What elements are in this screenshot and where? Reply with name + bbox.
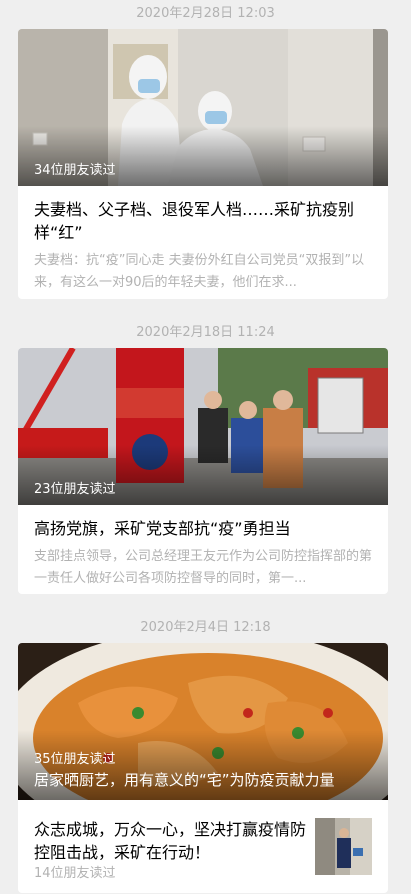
read-count: 23位朋友读过 [34,482,116,497]
article-date: 2020年2月4日 12:18 [140,620,271,635]
article-digest: 支部挂点领导，公司总经理王友元作为公司防控指挥部的第一责任人做好公司各项防控督导… [34,549,372,586]
article-date: 2020年2月28日 12:03 [136,6,275,21]
article-card[interactable]: 34位朋友读过 夫妻档、父子档、退役军人档……采矿抗疫别样“红” 夫妻档：抗“疫… [18,29,388,299]
article-title[interactable]: 高扬党旗，采矿党支部抗“疫”勇担当 [34,517,372,540]
read-count: 34位朋友读过 [34,163,116,178]
article-cover-image: 23位朋友读过 [18,348,388,505]
read-count: 35位朋友读过 [34,752,116,767]
article-date: 2020年2月18日 11:24 [136,325,275,340]
article-card[interactable]: 35位朋友读过 居家晒厨艺，用有意义的“宅”为防疫贡献力量 众志成城，万众一心，… [18,643,388,893]
article-title[interactable]: 居家晒厨艺，用有意义的“宅”为防疫贡献力量 [34,769,382,790]
sub-article-thumbnail [315,818,372,875]
article-digest: 夫妻档：抗“疫”同心走 夫妻份外红自公司党员“双报到”以来，有这么一对90后的年… [34,253,365,290]
sub-article[interactable]: 众志成城，万众一心，坚决打赢疫情防控阻击战，采矿在行动！ 14位朋友读过 [18,800,388,893]
article-card[interactable]: 23位朋友读过 高扬党旗，采矿党支部抗“疫”勇担当 支部挂点领导，公司总经理王友… [18,348,388,594]
sub-article-title[interactable]: 众志成城，万众一心，坚决打赢疫情防控阻击战，采矿在行动！ [34,818,312,864]
article-title[interactable]: 夫妻档、父子档、退役军人档……采矿抗疫别样“红” [34,198,372,244]
read-count: 14位朋友读过 [34,866,116,881]
article-cover-image[interactable]: 35位朋友读过 居家晒厨艺，用有意义的“宅”为防疫贡献力量 [18,643,388,800]
article-cover-image: 34位朋友读过 [18,29,388,186]
